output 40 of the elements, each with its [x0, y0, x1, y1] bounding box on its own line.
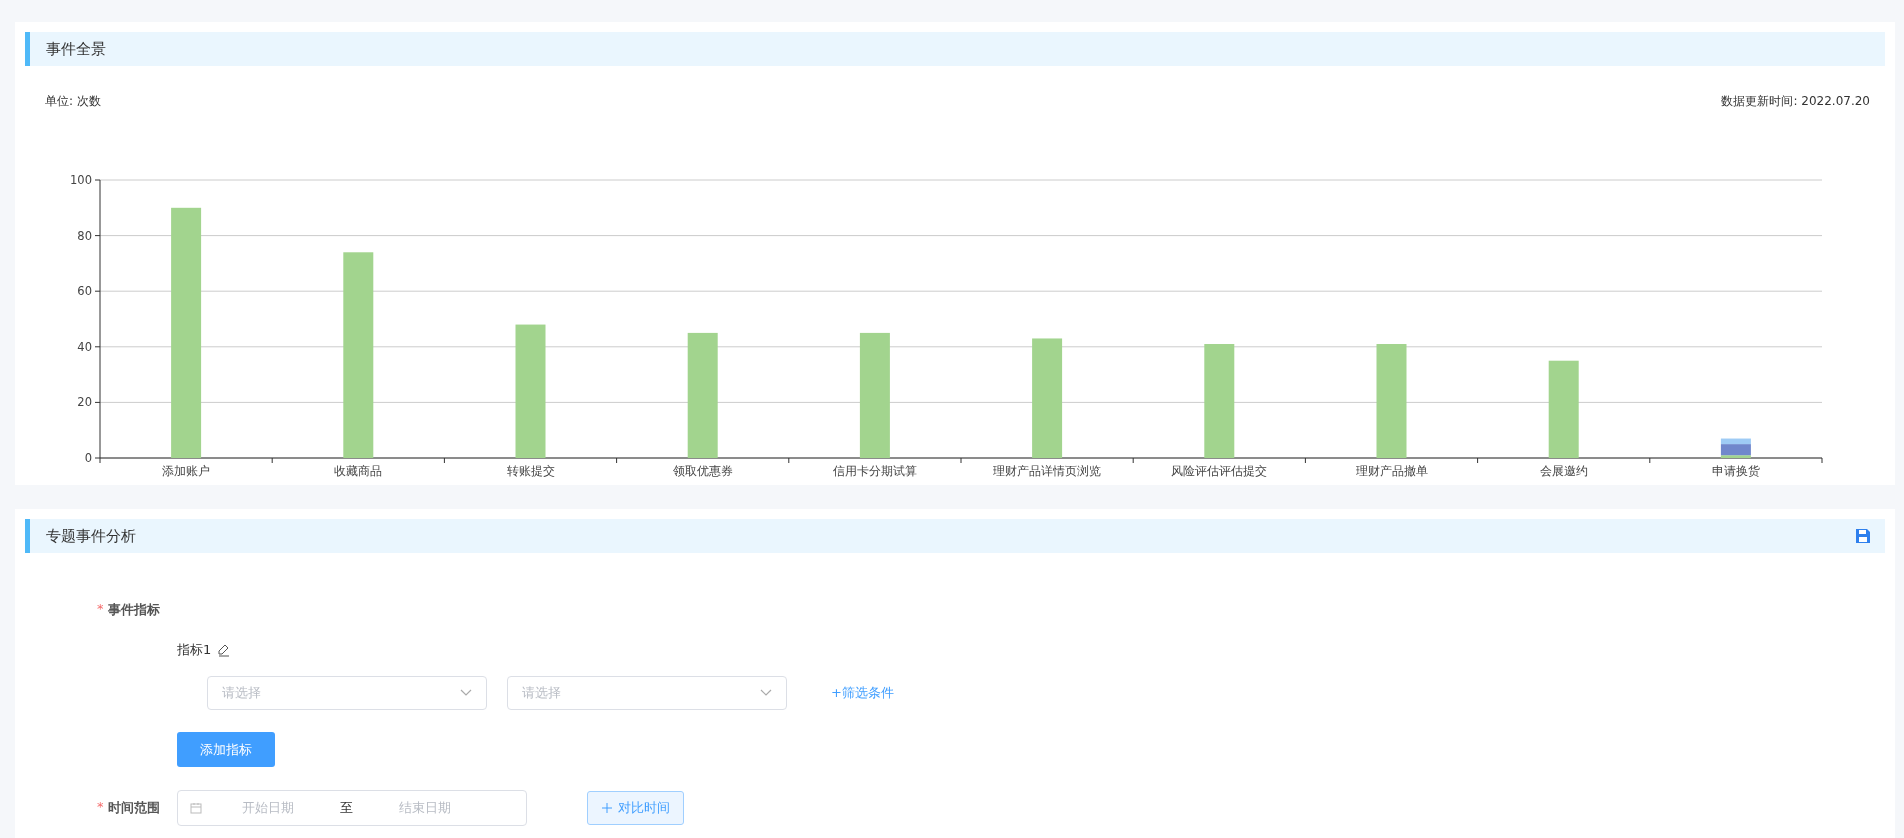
x-tick-label: 添加账户 [162, 464, 211, 478]
y-tick-label: 60 [77, 284, 92, 299]
y-tick-label: 80 [77, 228, 92, 243]
add-metric-button[interactable]: 添加指标 [177, 732, 275, 767]
y-tick-label: 40 [77, 339, 92, 354]
chevron-down-icon [760, 689, 772, 697]
x-tick-label: 会展邀约 [1539, 464, 1588, 478]
compare-time-button[interactable]: 对比时间 [587, 791, 684, 825]
end-date-placeholder: 结束日期 [399, 799, 451, 817]
metric-name: 指标1 [177, 641, 212, 659]
edit-icon[interactable] [217, 643, 231, 657]
x-tick-label: 领取优惠券 [672, 464, 733, 478]
select-field[interactable]: 请选择 [507, 676, 787, 710]
plus-icon [601, 803, 612, 813]
y-tick-label: 0 [84, 451, 92, 465]
x-tick-label: 信用卡分期试算 [832, 464, 917, 478]
x-tick-label: 风险评估评估提交 [1171, 464, 1268, 478]
section-title: 事件全景 [46, 39, 106, 59]
add-filter-link[interactable]: +筛选条件 [831, 684, 894, 702]
required-mark: * [97, 601, 104, 618]
date-range-field[interactable]: 开始日期 至 结束日期 [177, 790, 527, 826]
save-icon[interactable] [1855, 528, 1871, 544]
unit-label: 单位: 次数 [45, 93, 101, 110]
chevron-down-icon [460, 689, 472, 697]
range-separator: 至 [340, 799, 353, 817]
y-tick-label: 100 [70, 173, 92, 187]
x-tick-label: 收藏商品 [334, 464, 383, 478]
field-label: 事件指标 [107, 601, 160, 619]
required-mark: * [97, 799, 104, 816]
field-label: 时间范围 [107, 799, 160, 817]
x-tick-label: 转账提交 [506, 464, 555, 478]
x-tick-label: 理财产品撤单 [1355, 464, 1428, 478]
update-time: 数据更新时间: 2022.07.20 [1721, 93, 1870, 110]
select-field[interactable]: 请选择 [207, 676, 487, 710]
y-tick-label: 20 [77, 395, 92, 410]
start-date-placeholder: 开始日期 [242, 799, 294, 817]
x-tick-label: 申请换货 [1711, 464, 1760, 478]
x-tick-label: 理财产品详情页浏览 [993, 464, 1102, 478]
calendar-icon [190, 802, 202, 814]
section-title: 专题事件分析 [46, 526, 136, 546]
